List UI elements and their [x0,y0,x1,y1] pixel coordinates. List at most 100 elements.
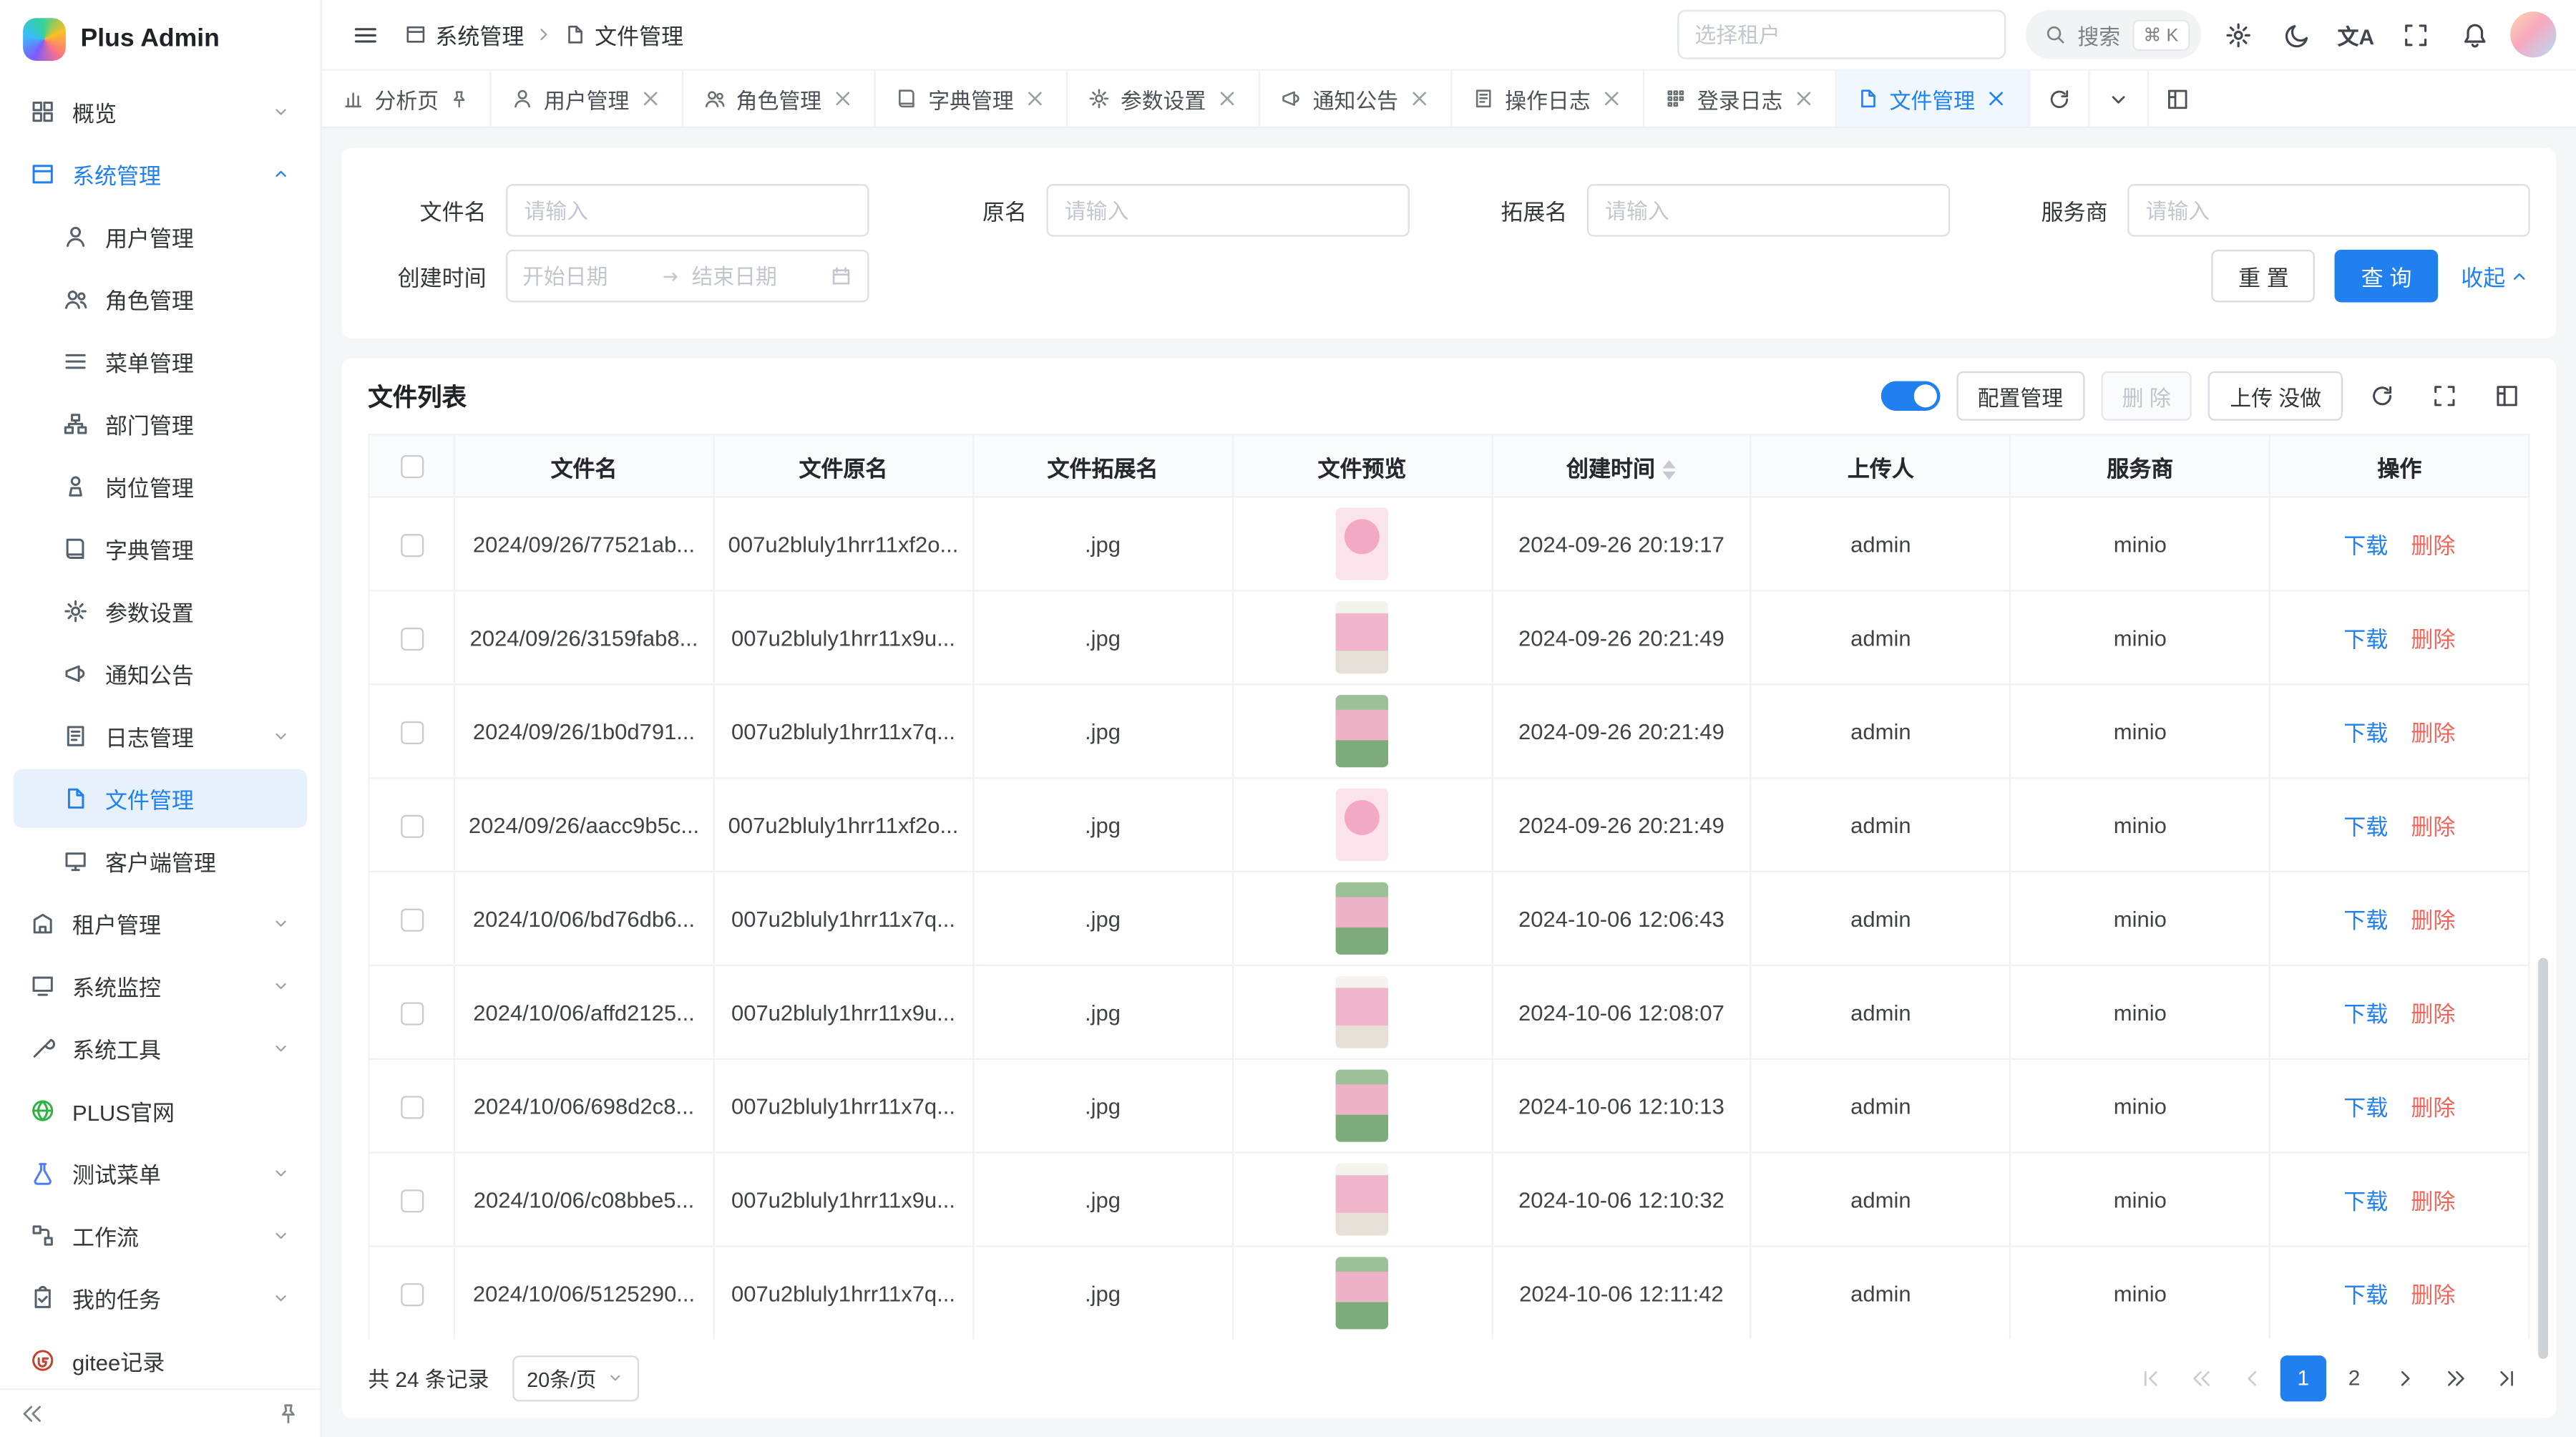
language-button[interactable]: 文A [2333,11,2379,57]
download-link[interactable]: 下载 [2343,815,2388,839]
tab-4[interactable]: 参数设置 [1068,71,1260,127]
sidebar-collapse-icon[interactable] [20,1401,44,1425]
forward-5-pages-button[interactable] [2433,1355,2479,1401]
prev-page-button[interactable] [2230,1355,2275,1401]
last-page-button[interactable] [2484,1355,2529,1401]
file-preview-image[interactable] [1336,882,1388,955]
delete-link[interactable]: 删除 [2411,909,2455,933]
sidebar-item-7[interactable]: 字典管理 [13,520,307,579]
app-logo[interactable]: Plus Admin [0,0,321,79]
download-link[interactable]: 下载 [2343,1096,2388,1120]
sidebar-item-1[interactable]: 系统管理 [13,145,307,204]
delete-selected-button[interactable]: 删 除 [2101,371,2192,421]
back-5-pages-button[interactable] [2178,1355,2224,1401]
theme-toggle-button[interactable] [2274,11,2320,57]
table-scrollbar[interactable] [2538,958,2548,1359]
collapse-filters-link[interactable]: 收起 [2461,260,2529,293]
sidebar-item-18[interactable]: 工作流 [13,1206,307,1265]
filter-input-3[interactable] [2127,184,2530,236]
tab-5[interactable]: 通知公告 [1260,71,1453,127]
page-size-select[interactable]: 20条/页 [512,1355,640,1401]
tab-close-icon[interactable] [1408,87,1431,110]
tab-layout-button[interactable] [2147,71,2207,127]
filter-input-2[interactable] [1587,184,1950,236]
sidebar-item-0[interactable]: 概览 [13,82,307,142]
sidebar-item-14[interactable]: 系统监控 [13,956,307,1015]
first-page-button[interactable] [2127,1355,2173,1401]
tab-1[interactable]: 用户管理 [492,71,684,127]
delete-link[interactable]: 删除 [2411,1096,2455,1120]
upload-button[interactable]: 上传 没做 [2209,371,2343,421]
tab-close-icon[interactable] [1216,87,1239,110]
download-link[interactable]: 下载 [2343,1283,2388,1307]
tab-close-icon[interactable] [1600,87,1623,110]
download-link[interactable]: 下载 [2343,1003,2388,1027]
row-checkbox[interactable] [400,1282,423,1305]
sidebar-item-2[interactable]: 用户管理 [13,207,307,266]
tab-0[interactable]: 分析页 [322,71,492,127]
download-link[interactable]: 下载 [2343,909,2388,933]
row-checkbox[interactable] [400,1096,423,1119]
file-preview-image[interactable] [1336,789,1388,861]
sidebar-item-9[interactable]: 通知公告 [13,644,307,703]
sidebar-item-19[interactable]: 我的任务 [13,1268,307,1328]
breadcrumb-item-system[interactable]: 系统管理 [404,18,525,51]
tab-actions-button[interactable] [2088,71,2147,127]
tab-close-icon[interactable] [1024,87,1047,110]
file-preview-image[interactable] [1336,507,1388,580]
download-link[interactable]: 下载 [2343,628,2388,652]
row-checkbox[interactable] [400,1189,423,1212]
breadcrumb-item-files[interactable]: 文件管理 [564,18,684,51]
config-manage-button[interactable]: 配置管理 [1956,371,2084,421]
row-checkbox[interactable] [400,908,423,931]
sort-icon[interactable] [1663,460,1676,480]
delete-link[interactable]: 删除 [2411,1283,2455,1307]
start-date-input[interactable] [522,263,650,288]
column-settings-button[interactable] [2484,373,2529,419]
global-search[interactable]: 搜索 ⌘ K [2025,10,2202,59]
file-preview-image[interactable] [1336,695,1388,767]
tab-2[interactable]: 角色管理 [683,71,876,127]
end-date-input[interactable] [692,263,820,288]
delete-link[interactable]: 删除 [2411,628,2455,652]
row-checkbox[interactable] [400,534,423,557]
select-all-checkbox[interactable] [400,455,423,478]
delete-link[interactable]: 删除 [2411,721,2455,746]
sidebar-item-15[interactable]: 系统工具 [13,1018,307,1078]
file-preview-image[interactable] [1336,601,1388,673]
file-preview-image[interactable] [1336,1070,1388,1142]
sidebar-item-17[interactable]: 测试菜单 [13,1144,307,1203]
sidebar-item-10[interactable]: 日志管理 [13,706,307,766]
sidebar-item-13[interactable]: 租户管理 [13,894,307,953]
toggle-switch[interactable] [1880,381,1940,411]
delete-link[interactable]: 删除 [2411,1003,2455,1027]
reset-button[interactable]: 重 置 [2212,250,2315,302]
download-link[interactable]: 下载 [2343,534,2388,558]
sidebar-item-20[interactable]: gitee记录 [13,1331,307,1388]
delete-link[interactable]: 删除 [2411,1189,2455,1214]
next-page-button[interactable] [2382,1355,2428,1401]
download-link[interactable]: 下载 [2343,1189,2388,1214]
tab-close-icon[interactable] [1985,87,2008,110]
tab-3[interactable]: 字典管理 [876,71,1068,127]
row-checkbox[interactable] [400,721,423,744]
file-preview-image[interactable] [1336,1164,1388,1236]
sidebar-item-3[interactable]: 角色管理 [13,270,307,329]
row-checkbox[interactable] [400,814,423,837]
sidebar-pin-icon[interactable] [276,1401,301,1425]
menu-toggle-button[interactable] [342,11,388,57]
tab-8[interactable]: 文件管理 [1837,71,2029,127]
refresh-tabs-button[interactable] [2029,71,2089,127]
row-checkbox[interactable] [400,627,423,650]
file-preview-image[interactable] [1336,1257,1388,1329]
filter-input-0[interactable] [506,184,869,236]
refresh-table-button[interactable] [2359,373,2405,419]
tab-close-icon[interactable] [831,87,854,110]
sidebar-item-5[interactable]: 部门管理 [13,394,307,454]
page-button-1[interactable]: 1 [2280,1355,2326,1401]
page-button-2[interactable]: 2 [2331,1355,2377,1401]
tab-6[interactable]: 操作日志 [1453,71,1645,127]
notifications-button[interactable] [2451,11,2497,57]
tenant-select[interactable] [1677,10,2005,59]
table-fullscreen-button[interactable] [2421,373,2467,419]
